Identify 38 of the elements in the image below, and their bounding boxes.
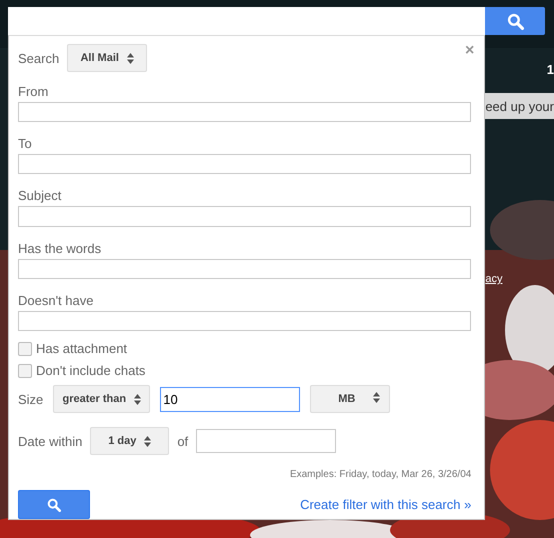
checkbox-label: Has attachment xyxy=(36,341,128,356)
search-button[interactable] xyxy=(485,7,546,35)
count-text: 1 xyxy=(546,62,554,77)
input-field[interactable] xyxy=(18,154,472,174)
size-input[interactable]: 10 xyxy=(160,386,300,412)
create-filter-link[interactable]: Create filter with this search » xyxy=(300,497,472,512)
search-icon xyxy=(506,12,524,30)
scope-select[interactable]: All Mail xyxy=(67,44,148,72)
date-examples-hint: Examples: Friday, today, Mar 26, 3/26/04 xyxy=(290,469,472,480)
field-label: Has the words xyxy=(18,240,102,256)
privacy-link[interactable]: acy xyxy=(485,273,502,285)
search-icon xyxy=(47,498,61,512)
field-label: Date within xyxy=(18,434,82,449)
sort-arrows-icon xyxy=(126,52,134,64)
search-button[interactable] xyxy=(18,490,90,520)
field-label: Subject xyxy=(18,188,62,204)
checkbox[interactable] xyxy=(18,364,32,378)
of-label: of xyxy=(177,434,188,449)
field-label: Doesn't have xyxy=(18,292,94,308)
search-field[interactable] xyxy=(8,7,486,35)
checkbox-label: Don't include chats xyxy=(36,363,146,378)
input-field[interactable] xyxy=(18,102,472,122)
sort-arrows-icon xyxy=(373,392,380,404)
size-unit-select[interactable]: MB xyxy=(310,385,390,414)
notice-banner: eed up your xyxy=(485,93,554,119)
sort-arrows-icon xyxy=(144,436,152,447)
checkbox[interactable] xyxy=(18,342,32,356)
date-input[interactable] xyxy=(196,429,336,454)
input-field[interactable] xyxy=(18,206,472,227)
field-label: Search xyxy=(18,50,60,66)
input-field[interactable] xyxy=(18,310,472,332)
field-label: From xyxy=(18,84,48,99)
sort-arrows-icon xyxy=(134,394,142,405)
date-range-select[interactable]: 1 day xyxy=(90,427,170,456)
input-field[interactable] xyxy=(18,258,472,279)
field-label: Size xyxy=(18,392,44,407)
field-label: To xyxy=(18,136,32,152)
size-operator-select[interactable]: greater than xyxy=(53,385,150,414)
